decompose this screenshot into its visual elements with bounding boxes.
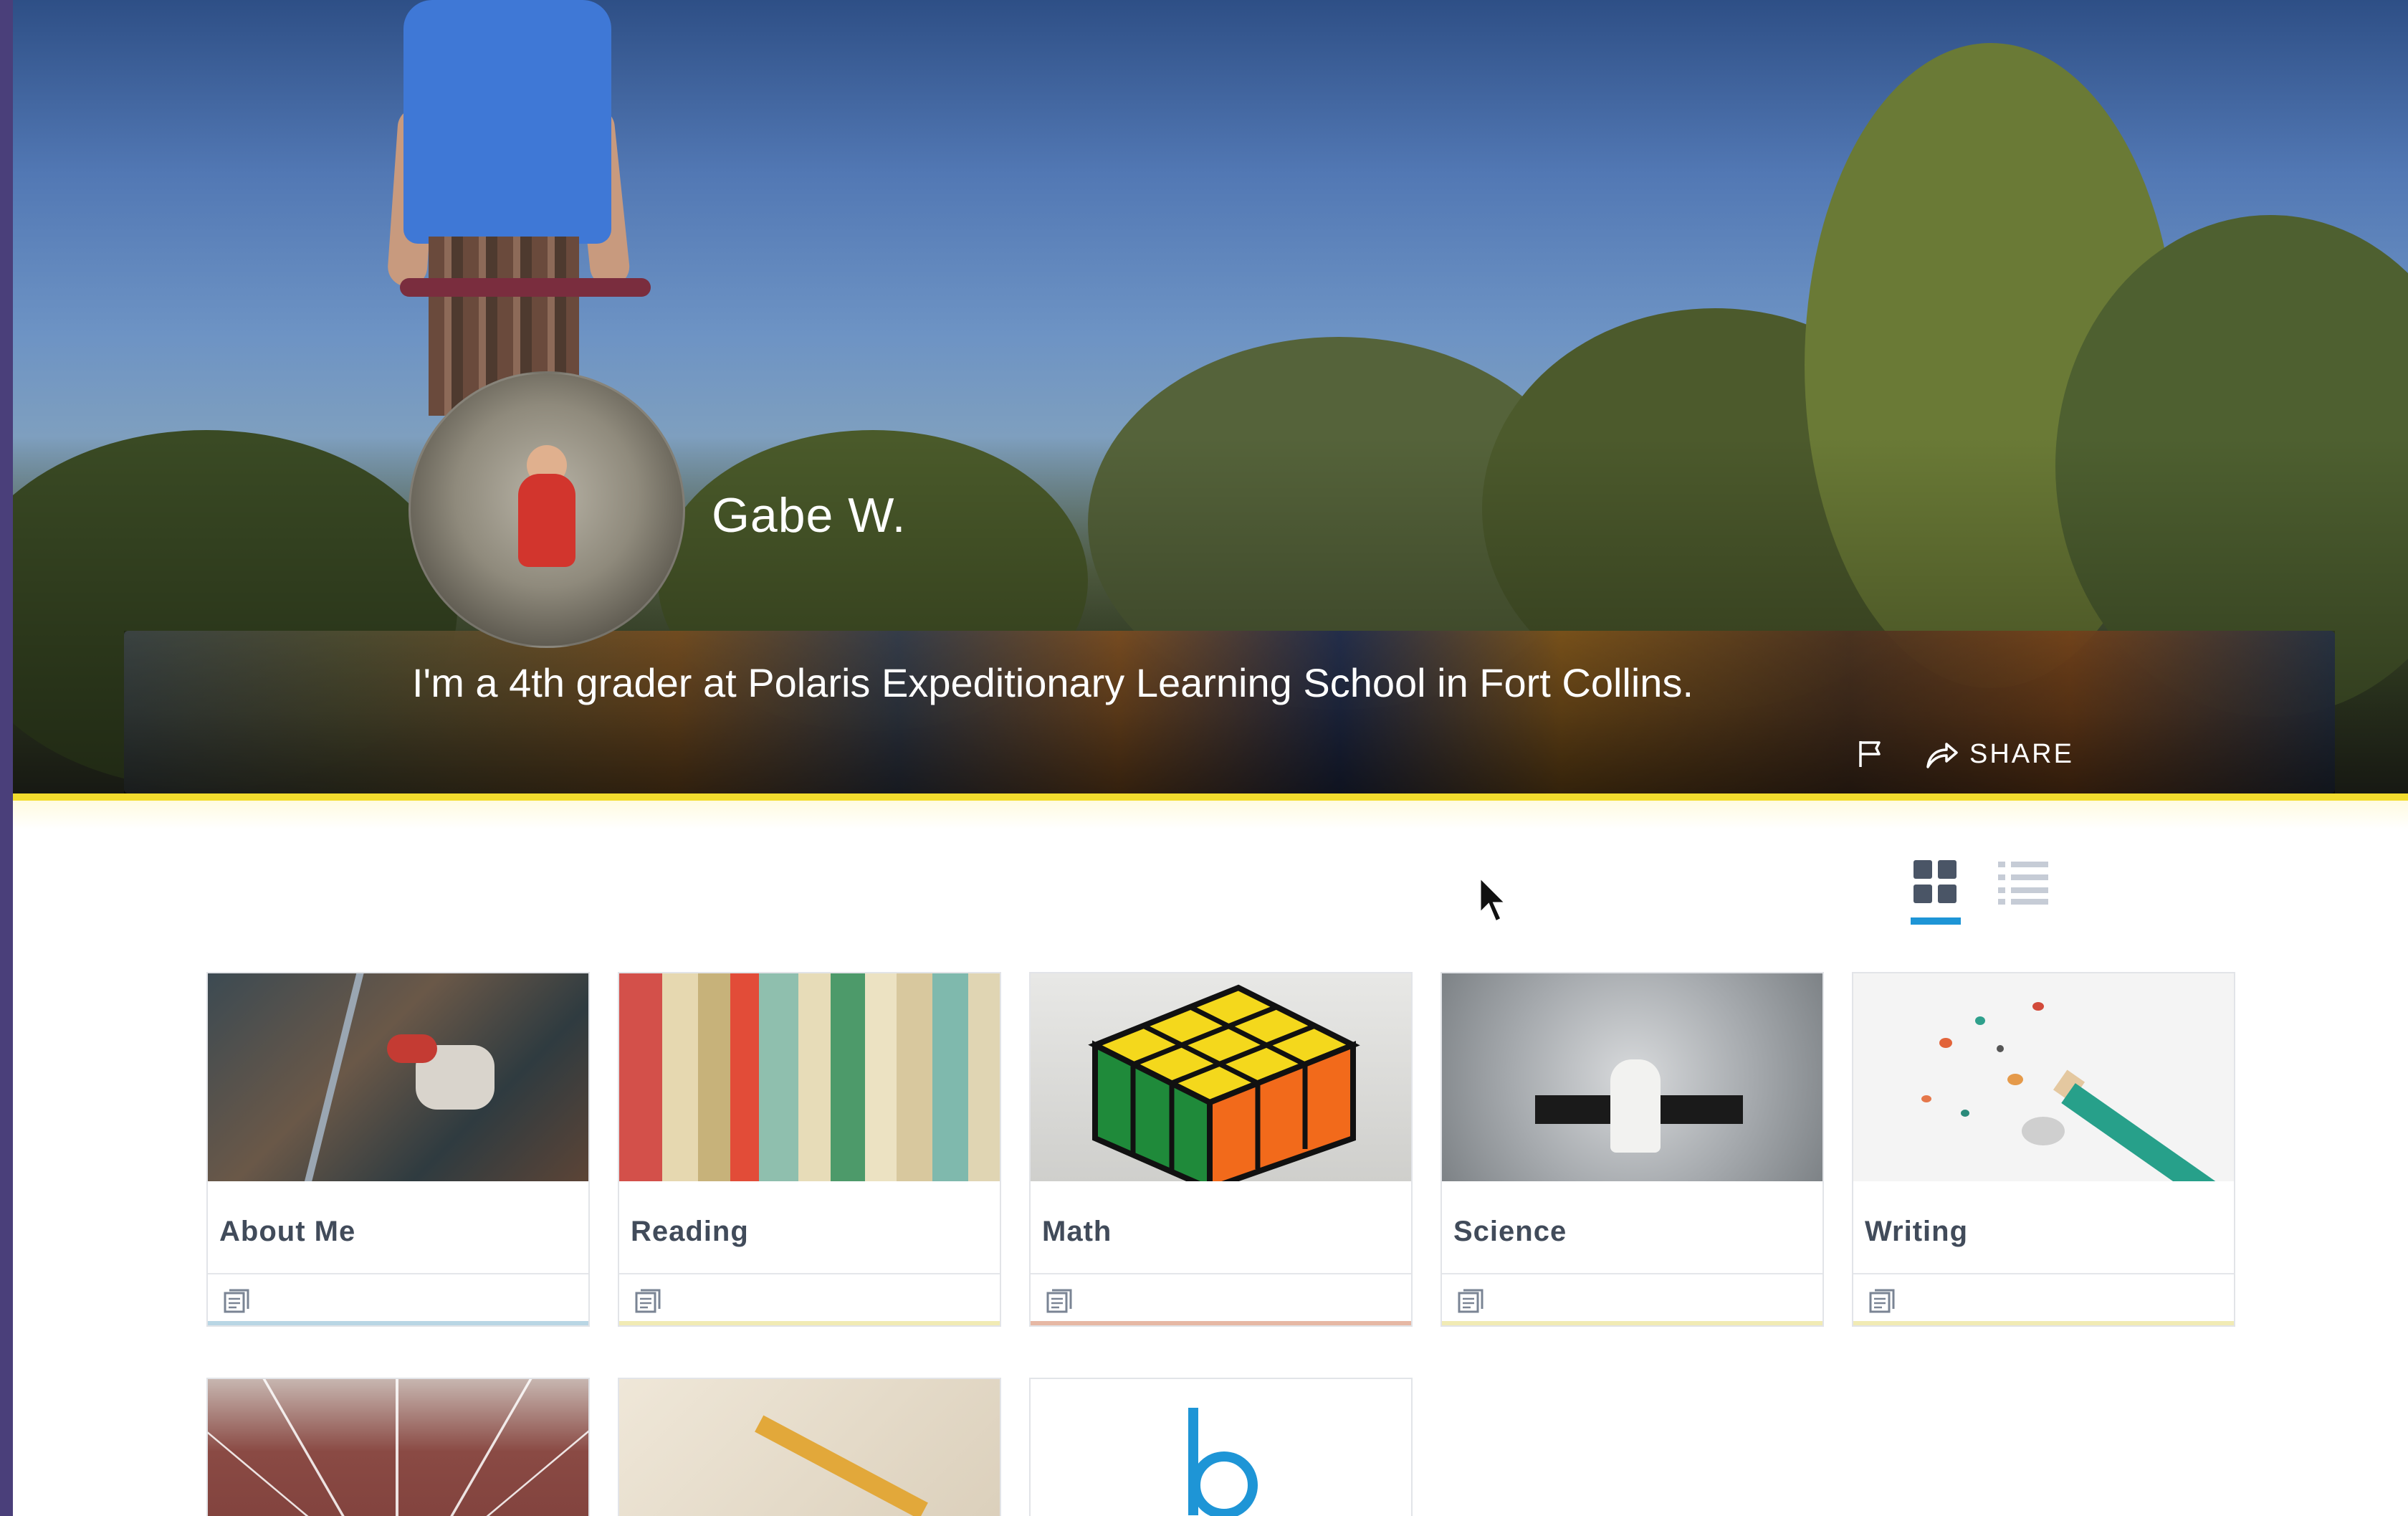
card-title: Reading: [631, 1216, 749, 1247]
card-thumbnail: [208, 1379, 588, 1516]
card-accent-bar: [1442, 1321, 1822, 1325]
thumb-book-spine: [865, 973, 897, 1181]
collection-card-about-me[interactable]: About Me: [206, 972, 590, 1327]
card-divider: [1442, 1273, 1822, 1274]
card-accent-bar: [619, 1321, 1000, 1325]
collection-card-science[interactable]: Science: [1440, 972, 1824, 1327]
card-thumbnail: [1442, 973, 1822, 1181]
pages-icon: [224, 1289, 249, 1313]
card-accent-bar: [208, 1321, 588, 1325]
thumb-shaving: [2007, 1074, 2023, 1085]
thumb-book-spine: [897, 973, 932, 1181]
pages-icon: [1046, 1289, 1072, 1313]
thumb-track-lane: [208, 1379, 334, 1516]
thumb-track-lane: [396, 1379, 398, 1516]
thumb-shaving: [1997, 1045, 2004, 1052]
thumb-book-spine: [730, 973, 759, 1181]
thumb-track-lane: [438, 1379, 532, 1516]
collection-card-reading[interactable]: Reading: [618, 972, 1001, 1327]
card-accent-bar: [1031, 1321, 1411, 1325]
thumb-book-spine: [619, 973, 662, 1181]
grid-view-toggle[interactable]: [1911, 857, 1961, 929]
collection-card[interactable]: [618, 1378, 1001, 1516]
card-divider: [619, 1273, 1000, 1274]
card-divider: [1031, 1273, 1411, 1274]
thumb-rope: [302, 973, 365, 1181]
cover-banner: Gabe W. I'm a 4th grader at Polaris Expe…: [13, 0, 2408, 793]
list-dot: [1998, 887, 2005, 893]
pages-icon: [635, 1289, 661, 1313]
pages-icon: [1869, 1289, 1895, 1313]
card-thumbnail: [1031, 973, 1411, 1181]
thumb-pencil: [2061, 1083, 2228, 1181]
card-divider: [1853, 1273, 2234, 1274]
card-title: About Me: [219, 1216, 356, 1247]
pages-icon: [1458, 1289, 1484, 1313]
thumb-capsule: [1610, 1059, 1661, 1153]
thumb-pencil: [755, 1415, 928, 1516]
grid-square: [1914, 885, 1932, 903]
list-view-toggle[interactable]: [1998, 860, 2048, 905]
share-button[interactable]: SHARE: [1925, 738, 2074, 770]
thumb-shaving: [1921, 1095, 1931, 1102]
list-dot: [1998, 874, 2005, 880]
flag-icon[interactable]: [1855, 738, 1886, 770]
b-logo-icon: [1188, 1408, 1258, 1516]
thumb-solar-panel: [1661, 1095, 1743, 1124]
thumb-climber-arm: [387, 1034, 437, 1063]
thumb-rubiks-cube: [1088, 984, 1360, 1181]
list-bar: [2011, 887, 2048, 893]
card-divider: [208, 1273, 588, 1274]
grid-square: [1914, 860, 1932, 879]
list-bar: [2011, 862, 2048, 867]
thumb-track-lane: [262, 1379, 357, 1516]
card-thumbnail: [208, 973, 588, 1181]
thumb-book-spine: [968, 973, 1000, 1181]
card-accent-bar: [1853, 1321, 2234, 1325]
list-bar: [2011, 874, 2048, 880]
thumb-track-lane: [461, 1379, 588, 1516]
list-dot: [1998, 862, 2005, 867]
list-dot: [1998, 899, 2005, 905]
thumb-book-spine: [798, 973, 831, 1181]
mouse-cursor-icon: [1478, 876, 1509, 924]
thumb-graphite-smudge: [2022, 1117, 2065, 1145]
grid-square: [1938, 885, 1956, 903]
thumb-solar-panel: [1535, 1095, 1610, 1124]
thumb-shaving: [1939, 1038, 1952, 1048]
thumb-shaving: [2032, 1002, 2044, 1011]
thumb-shaving: [1961, 1110, 1969, 1117]
card-title: Math: [1042, 1216, 1112, 1247]
collection-card[interactable]: [1029, 1378, 1413, 1516]
avatar[interactable]: [408, 371, 685, 648]
collection-card-math[interactable]: Math: [1029, 972, 1413, 1327]
thumb-book-spine: [831, 973, 865, 1181]
thumb-book-spine: [759, 973, 798, 1181]
grid-square: [1938, 860, 1956, 879]
card-thumbnail: [1031, 1379, 1411, 1516]
banner-accent-line: [13, 793, 2408, 801]
card-thumbnail: [619, 973, 1000, 1181]
card-thumbnail: [1853, 973, 2234, 1181]
banner-accent-glow: [13, 801, 2408, 829]
thumb-book-spine: [932, 973, 968, 1181]
card-thumbnail: [619, 1379, 1000, 1516]
profile-bio: I'm a 4th grader at Polaris Expeditionar…: [411, 660, 1694, 705]
share-label: SHARE: [1969, 738, 2074, 769]
collection-card[interactable]: [206, 1378, 590, 1516]
thumb-book-spine: [662, 973, 698, 1181]
card-title: Writing: [1865, 1216, 1969, 1247]
thumb-shaving: [1975, 1016, 1985, 1025]
avatar-child-body: [518, 474, 575, 567]
active-view-underline: [1911, 917, 1961, 925]
card-title: Science: [1453, 1216, 1567, 1247]
thumb-book-spine: [698, 973, 730, 1181]
list-bar: [2011, 899, 2048, 905]
portfolio-page: Gabe W. I'm a 4th grader at Polaris Expe…: [13, 0, 2408, 1516]
profile-name: Gabe W.: [712, 488, 907, 543]
collection-card-writing[interactable]: Writing: [1852, 972, 2235, 1327]
share-icon: [1926, 743, 1958, 768]
